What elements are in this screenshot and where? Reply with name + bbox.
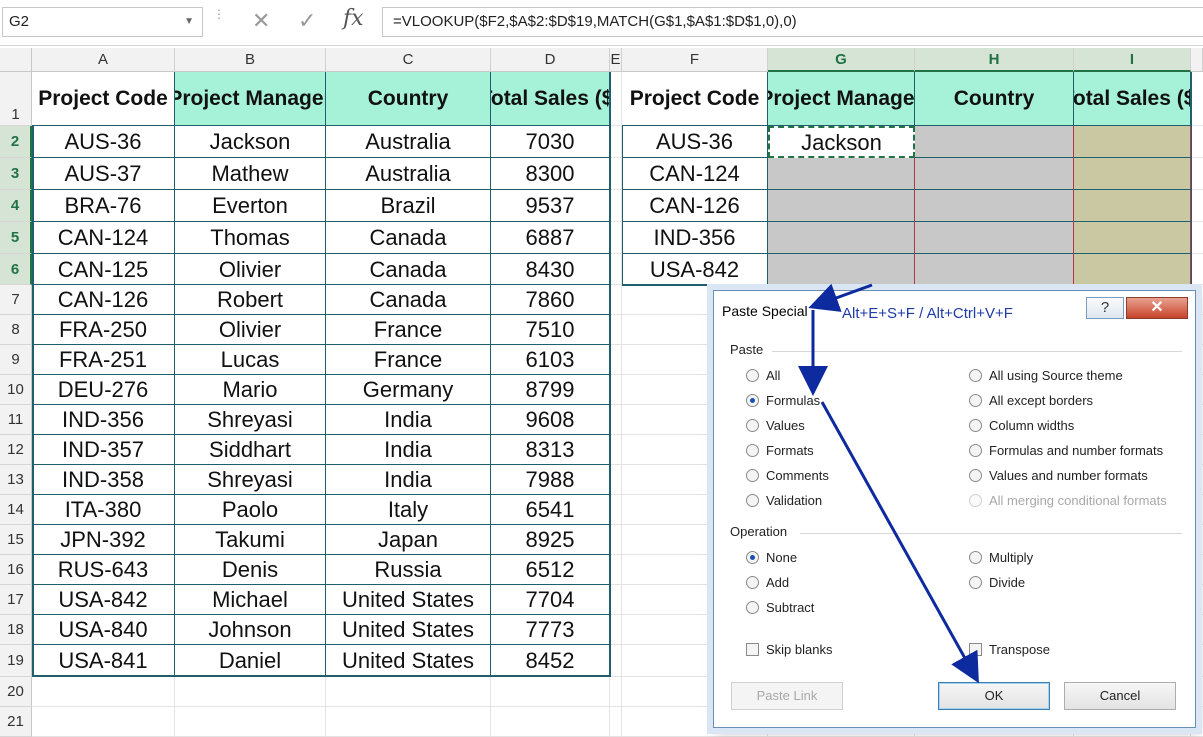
annotation-arrows <box>798 283 979 684</box>
arrow-to-title <box>808 283 873 312</box>
arrow-to-ok <box>820 401 979 684</box>
